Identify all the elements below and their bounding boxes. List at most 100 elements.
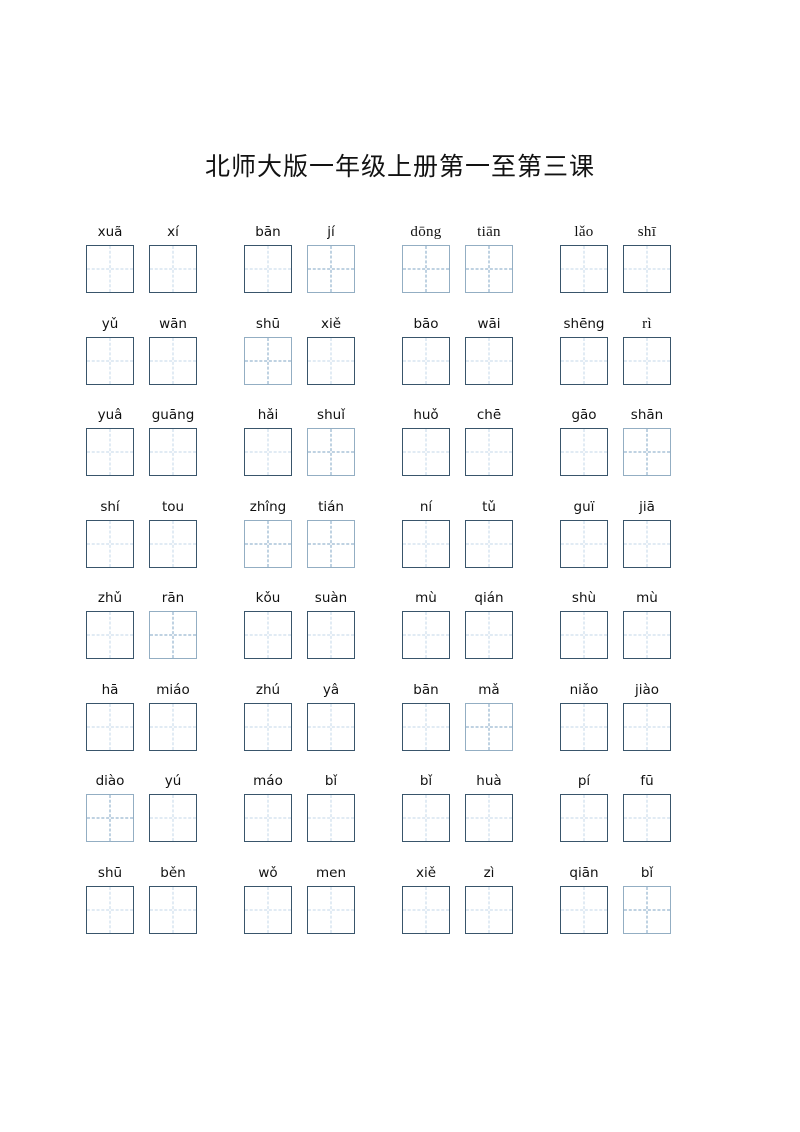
- character-cell[interactable]: tou: [149, 494, 197, 568]
- character-cell[interactable]: lǎo: [560, 219, 608, 293]
- tianzige-writing-box[interactable]: [149, 885, 197, 934]
- character-cell[interactable]: zhǔ: [86, 585, 134, 659]
- character-cell[interactable]: rān: [149, 585, 197, 659]
- tianzige-writing-box[interactable]: [244, 428, 292, 476]
- character-cell[interactable]: tǔ: [465, 494, 513, 568]
- tianzige-writing-box[interactable]: [402, 336, 450, 385]
- tianzige-writing-box[interactable]: [560, 428, 608, 476]
- tianzige-writing-box[interactable]: [560, 245, 608, 293]
- tianzige-writing-box[interactable]: [307, 794, 355, 842]
- tianzige-writing-box[interactable]: [465, 794, 513, 842]
- tianzige-writing-box[interactable]: [244, 519, 292, 568]
- character-cell[interactable]: shí: [86, 494, 134, 568]
- character-cell[interactable]: shī: [623, 219, 671, 293]
- tianzige-writing-box[interactable]: [623, 611, 671, 659]
- character-cell[interactable]: zhîng: [244, 494, 292, 568]
- tianzige-writing-box[interactable]: [307, 245, 355, 293]
- tianzige-writing-box[interactable]: [623, 702, 671, 751]
- character-cell[interactable]: wāi: [465, 311, 513, 385]
- character-cell[interactable]: bāo: [402, 311, 450, 385]
- character-cell[interactable]: xiě: [402, 860, 450, 934]
- character-cell[interactable]: mù: [623, 585, 671, 659]
- character-cell[interactable]: mù: [402, 585, 450, 659]
- tianzige-writing-box[interactable]: [244, 611, 292, 659]
- character-cell[interactable]: dōng: [402, 219, 450, 293]
- character-cell[interactable]: jí: [307, 219, 355, 293]
- character-cell[interactable]: fū: [623, 768, 671, 842]
- character-cell[interactable]: jiào: [623, 677, 671, 751]
- tianzige-writing-box[interactable]: [465, 336, 513, 385]
- character-cell[interactable]: ní: [402, 494, 450, 568]
- tianzige-writing-box[interactable]: [307, 336, 355, 385]
- tianzige-writing-box[interactable]: [623, 245, 671, 293]
- tianzige-writing-box[interactable]: [402, 519, 450, 568]
- character-cell[interactable]: máo: [244, 768, 292, 842]
- tianzige-writing-box[interactable]: [307, 428, 355, 476]
- character-cell[interactable]: shān: [623, 402, 671, 476]
- character-cell[interactable]: bān: [402, 677, 450, 751]
- character-cell[interactable]: mǎ: [465, 677, 513, 751]
- character-cell[interactable]: guï: [560, 494, 608, 568]
- tianzige-writing-box[interactable]: [465, 245, 513, 293]
- character-cell[interactable]: zì: [465, 860, 513, 934]
- character-cell[interactable]: men: [307, 860, 355, 934]
- character-cell[interactable]: kǒu: [244, 585, 292, 659]
- character-cell[interactable]: tián: [307, 494, 355, 568]
- character-cell[interactable]: tiān: [465, 219, 513, 293]
- tianzige-writing-box[interactable]: [307, 611, 355, 659]
- character-cell[interactable]: huǒ: [402, 402, 450, 476]
- character-cell[interactable]: shū: [244, 311, 292, 385]
- tianzige-writing-box[interactable]: [465, 519, 513, 568]
- character-cell[interactable]: shù: [560, 585, 608, 659]
- tianzige-writing-box[interactable]: [560, 519, 608, 568]
- character-cell[interactable]: xuã: [86, 219, 134, 293]
- tianzige-writing-box[interactable]: [560, 336, 608, 385]
- tianzige-writing-box[interactable]: [307, 885, 355, 934]
- tianzige-writing-box[interactable]: [402, 611, 450, 659]
- tianzige-writing-box[interactable]: [560, 702, 608, 751]
- character-cell[interactable]: gāo: [560, 402, 608, 476]
- character-cell[interactable]: yǔ: [86, 311, 134, 385]
- tianzige-writing-box[interactable]: [402, 245, 450, 293]
- tianzige-writing-box[interactable]: [86, 885, 134, 934]
- tianzige-writing-box[interactable]: [149, 245, 197, 293]
- character-cell[interactable]: huà: [465, 768, 513, 842]
- tianzige-writing-box[interactable]: [465, 428, 513, 476]
- tianzige-writing-box[interactable]: [307, 702, 355, 751]
- tianzige-writing-box[interactable]: [149, 428, 197, 476]
- character-cell[interactable]: xí: [149, 219, 197, 293]
- character-cell[interactable]: chē: [465, 402, 513, 476]
- tianzige-writing-box[interactable]: [465, 611, 513, 659]
- character-cell[interactable]: yâ: [307, 677, 355, 751]
- character-cell[interactable]: shū: [86, 860, 134, 934]
- tianzige-writing-box[interactable]: [86, 336, 134, 385]
- character-cell[interactable]: suàn: [307, 585, 355, 659]
- tianzige-writing-box[interactable]: [560, 794, 608, 842]
- character-cell[interactable]: hǎi: [244, 402, 292, 476]
- character-cell[interactable]: bǐ: [307, 768, 355, 842]
- tianzige-writing-box[interactable]: [86, 519, 134, 568]
- tianzige-writing-box[interactable]: [244, 885, 292, 934]
- tianzige-writing-box[interactable]: [465, 702, 513, 751]
- tianzige-writing-box[interactable]: [623, 428, 671, 476]
- tianzige-writing-box[interactable]: [623, 336, 671, 385]
- tianzige-writing-box[interactable]: [307, 519, 355, 568]
- character-cell[interactable]: jiā: [623, 494, 671, 568]
- tianzige-writing-box[interactable]: [86, 702, 134, 751]
- tianzige-writing-box[interactable]: [402, 428, 450, 476]
- character-cell[interactable]: diào: [86, 768, 134, 842]
- character-cell[interactable]: yuâ: [86, 402, 134, 476]
- character-cell[interactable]: qiān: [560, 860, 608, 934]
- character-cell[interactable]: běn: [149, 860, 197, 934]
- character-cell[interactable]: hā: [86, 677, 134, 751]
- tianzige-writing-box[interactable]: [149, 794, 197, 842]
- character-cell[interactable]: zhú: [244, 677, 292, 751]
- character-cell[interactable]: rì: [623, 311, 671, 385]
- character-cell[interactable]: bǐ: [402, 768, 450, 842]
- character-cell[interactable]: qián: [465, 585, 513, 659]
- tianzige-writing-box[interactable]: [86, 794, 134, 842]
- character-cell[interactable]: miáo: [149, 677, 197, 751]
- tianzige-writing-box[interactable]: [402, 702, 450, 751]
- character-cell[interactable]: shuǐ: [307, 402, 355, 476]
- tianzige-writing-box[interactable]: [402, 794, 450, 842]
